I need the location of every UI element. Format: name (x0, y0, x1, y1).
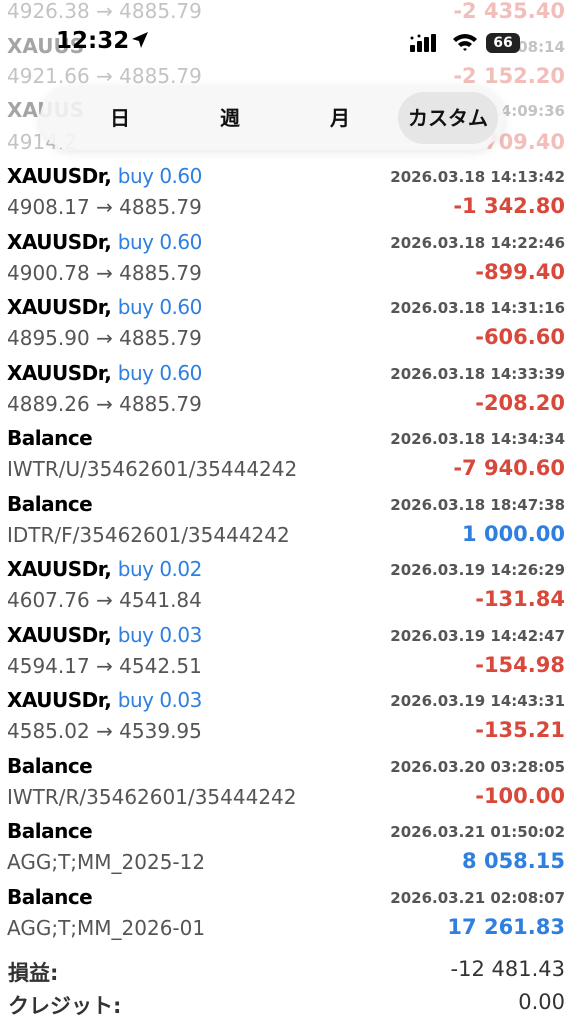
symbol-text: Balance (7, 491, 93, 516)
trade-action: buy 0.60 (117, 295, 203, 319)
trade-detail: 4594.17 → 4542.51 (7, 653, 202, 678)
symbol-text: XAUUSDr, (7, 688, 112, 712)
list-item[interactable]: XAUUSDr, buy 0.60 2026.03.18 14:33:39 4889… (0, 357, 573, 423)
profit-summary-row: 損益: -12 481.43 (0, 955, 573, 989)
trade-amount: 17 261.83 (447, 914, 565, 939)
symbol-text: Balance (7, 426, 93, 450)
symbol-text: Balance (7, 819, 93, 843)
trade-detail: IDTR/F/35462601/35444242 (7, 522, 290, 547)
trade-amount: -2 152.20 (453, 64, 565, 88)
trade-amount: -154.98 (475, 652, 565, 677)
list-item[interactable]: XAUUS 08:14 (0, 32, 573, 62)
trade-symbol: XAUUSDr, buy 0.03 (7, 623, 202, 647)
period-segmented-control[interactable]: 日 週 月 カスタム (40, 86, 504, 150)
trade-amount: -7 940.60 (453, 456, 565, 480)
trade-action: buy 0.60 (117, 229, 203, 254)
symbol-text: XAUUSDr, (7, 557, 112, 581)
tab-month[interactable]: 月 (300, 86, 380, 150)
symbol-text: XAUUSDr, (7, 622, 112, 647)
trade-action: buy 0.02 (117, 557, 203, 581)
trade-time: 2026.03.19 14:42:47 (390, 626, 565, 645)
list-item[interactable]: XAUUSDr, buy 0.03 2026.03.19 14:42:47 4594… (0, 619, 573, 685)
trade-symbol: XAUUSDr, buy 0.60 (7, 230, 202, 254)
trade-amount: -131.84 (475, 587, 565, 611)
trade-detail: 4607.76 → 4541.84 (7, 588, 202, 612)
trade-symbol: Balance (7, 884, 93, 909)
symbol-text: Balance (7, 884, 93, 909)
trade-symbol: Balance (7, 491, 93, 516)
trade-symbol: XAUUSDr, buy 0.60 (7, 295, 202, 319)
credit-label: クレジット: (8, 994, 122, 1018)
trade-amount: -899.40 (475, 259, 565, 284)
trade-amount: -135.21 (475, 718, 565, 742)
trade-detail: AGG;T;MM_2025-12 (7, 850, 206, 874)
trade-detail: IWTR/U/35462601/35444242 (7, 457, 298, 481)
trade-time: 2026.03.21 02:08:07 (390, 888, 565, 907)
trade-detail: AGG;T;MM_2026-01 (7, 915, 206, 940)
trade-time: 2026.03.19 14:26:29 (390, 561, 565, 579)
trade-detail: IWTR/R/35462601/35444242 (7, 784, 297, 809)
list-item[interactable]: XAUUSDr, buy 0.60 2026.03.18 14:22:46 4900… (0, 226, 573, 292)
trade-amount: -100.00 (475, 783, 565, 808)
trade-action: buy 0.60 (117, 360, 203, 385)
trade-symbol: Balance (7, 753, 93, 778)
credit-value: 0.00 (518, 990, 565, 1014)
trade-detail: 4889.26 → 4885.79 (7, 391, 202, 416)
list-item[interactable]: 4926.38 → 4885.79 -2 435.40 (0, 0, 573, 24)
trade-time: 08:14 (517, 38, 565, 56)
symbol-text: Balance (7, 753, 93, 778)
tab-day[interactable]: 日 (80, 86, 160, 150)
list-item[interactable]: Balance 2026.03.18 18:47:38 IDTR/F/3546260… (0, 488, 573, 554)
symbol-text: XAUUSDr, (7, 360, 112, 385)
trade-amount: 1 000.00 (462, 521, 565, 546)
trade-detail: 4926.38 → 4885.79 (7, 0, 202, 23)
trade-time: 2026.03.18 14:13:42 (390, 168, 565, 186)
trade-detail: 4921.66 → 4885.79 (7, 64, 202, 88)
trade-action: buy 0.03 (117, 622, 203, 647)
trade-time: 2026.03.19 14:43:31 (390, 692, 565, 710)
trade-time: 2026.03.20 03:28:05 (390, 757, 565, 776)
trade-symbol: XAUUSDr, buy 0.02 (7, 557, 202, 581)
trade-time: 2026.03.18 14:33:39 (390, 364, 565, 383)
trade-symbol: XAUUSDr, buy 0.60 (7, 164, 202, 188)
list-item[interactable]: Balance 2026.03.18 14:34:34 IWTR/U/3546260… (0, 422, 573, 488)
list-item[interactable]: XAUUSDr, buy 0.60 2026.03.18 14:31:16 4895… (0, 291, 573, 357)
tab-custom[interactable]: カスタム (398, 92, 498, 144)
trade-amount: -2 435.40 (453, 0, 565, 23)
trade-symbol: Balance (7, 426, 93, 450)
trade-amount: -606.60 (475, 325, 565, 349)
credit-summary-row: クレジット: 0.00 (0, 988, 573, 1022)
profit-label: 損益: (8, 961, 59, 985)
trade-action: buy 0.60 (117, 164, 203, 188)
trade-symbol: XAUUS (7, 34, 85, 58)
list-item[interactable]: XAUUSDr, buy 0.60 2026.03.18 14:13:42 4908… (0, 160, 573, 226)
list-item[interactable]: Balance 2026.03.20 03:28:05 IWTR/R/3546260… (0, 750, 573, 816)
list-item[interactable]: XAUUSDr, buy 0.03 2026.03.19 14:43:31 4585… (0, 684, 573, 750)
tab-week[interactable]: 週 (190, 86, 270, 150)
trade-symbol: XAUUSDr, buy 0.60 (7, 361, 202, 385)
trade-detail: 4900.78 → 4885.79 (7, 260, 202, 285)
symbol-text: XAUUSDr, (7, 229, 112, 254)
trade-time: 2026.03.18 14:34:34 (390, 430, 565, 448)
trade-symbol: Balance (7, 819, 93, 843)
trade-amount: -208.20 (475, 390, 565, 415)
trade-detail: 4895.90 → 4885.79 (7, 326, 202, 350)
trade-amount: -1 342.80 (453, 194, 565, 218)
symbol-text: XAUUSDr, (7, 295, 112, 319)
list-item[interactable]: Balance 2026.03.21 01:50:02 AGG;T;MM_2025-… (0, 815, 573, 881)
trade-action: buy 0.03 (117, 688, 203, 712)
list-item[interactable]: XAUUSDr, buy 0.02 2026.03.19 14:26:29 4607… (0, 553, 573, 619)
trade-detail: 4585.02 → 4539.95 (7, 719, 202, 743)
trade-time: 2026.03.18 18:47:38 (390, 495, 565, 514)
trade-time: 2026.03.18 14:31:16 (390, 299, 565, 317)
profit-value: -12 481.43 (450, 957, 565, 981)
trade-detail: 4908.17 → 4885.79 (7, 195, 202, 219)
symbol-text: XAUUSDr, (7, 164, 112, 188)
trade-symbol: XAUUSDr, buy 0.03 (7, 688, 202, 712)
trade-time: 2026.03.21 01:50:02 (390, 823, 565, 841)
trade-amount: 8 058.15 (462, 849, 565, 873)
list-item[interactable]: Balance 2026.03.21 02:08:07 AGG;T;MM_2026-… (0, 881, 573, 947)
trade-time: 2026.03.18 14:22:46 (390, 233, 565, 252)
